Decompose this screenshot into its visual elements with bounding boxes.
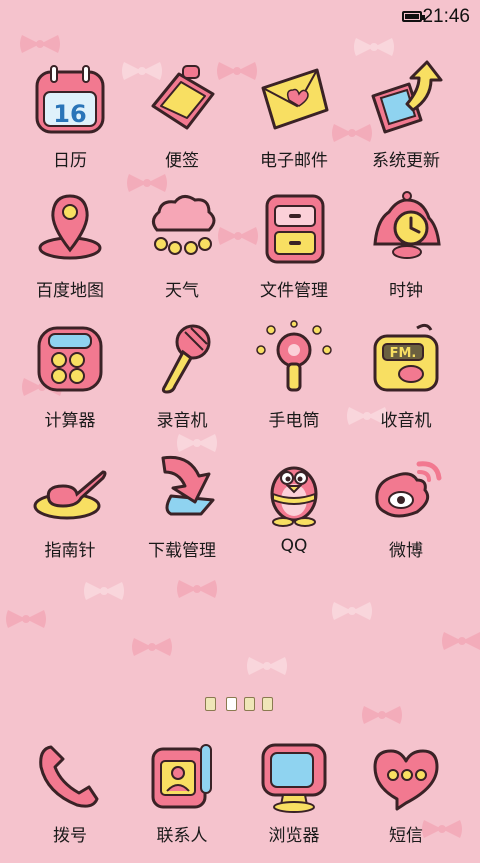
app-dialer[interactable]: 拨号 — [12, 737, 128, 863]
browser-monitor-icon — [261, 743, 327, 813]
app-label: 文件管理 — [260, 281, 328, 301]
app-label: 联系人 — [156, 826, 208, 846]
email-icon — [261, 68, 329, 130]
app-qq[interactable]: QQ — [236, 450, 352, 576]
app-label: 短信 — [389, 826, 423, 846]
status-bar: 21:46 — [0, 0, 480, 36]
app-notes[interactable]: 便签 — [124, 60, 240, 186]
app-label: QQ — [280, 536, 308, 556]
calendar-date: 16 — [53, 100, 86, 128]
app-label: 计算器 — [44, 411, 96, 431]
weibo-icon — [375, 461, 442, 518]
app-flashlight[interactable]: 手电筒 — [236, 320, 352, 446]
app-contacts[interactable]: 联系人 — [124, 737, 240, 863]
qq-penguin-icon — [270, 466, 318, 527]
app-weibo[interactable]: 微博 — [348, 450, 464, 576]
page-dot-1[interactable] — [205, 697, 216, 711]
app-weather[interactable]: 天气 — [124, 190, 240, 316]
page-dot-4[interactable] — [262, 697, 273, 711]
app-file-manager[interactable]: 文件管理 — [236, 190, 352, 316]
app-calculator[interactable]: 计算器 — [12, 320, 128, 446]
app-label: 拨号 — [53, 826, 87, 846]
calendar-icon: 16 — [35, 65, 105, 134]
app-label: 指南针 — [44, 541, 96, 561]
app-label: 百度地图 — [36, 281, 104, 301]
app-label: 微博 — [389, 541, 423, 561]
contacts-icon — [151, 744, 212, 809]
app-download-manager[interactable]: 下载管理 — [124, 450, 240, 576]
app-email[interactable]: 电子邮件 — [236, 60, 352, 186]
app-calendar[interactable]: 16 日历 — [12, 60, 128, 186]
app-label: 收音机 — [380, 411, 432, 431]
app-label: 下载管理 — [148, 541, 216, 561]
map-pin-icon — [38, 194, 102, 260]
page-indicator — [205, 697, 275, 713]
microphone-icon — [161, 324, 211, 394]
sms-heart-icon — [373, 749, 439, 811]
app-label: 浏览器 — [268, 826, 320, 846]
app-label: 录音机 — [156, 411, 208, 431]
app-browser[interactable]: 浏览器 — [236, 737, 352, 863]
page-dot-2[interactable] — [226, 697, 237, 711]
app-radio[interactable]: FM. 收音机 — [348, 320, 464, 446]
app-baidu-map[interactable]: 百度地图 — [12, 190, 128, 316]
app-messages[interactable]: 短信 — [348, 737, 464, 863]
compass-spoon-icon — [33, 470, 107, 520]
app-clock[interactable]: 时钟 — [348, 190, 464, 316]
app-label: 便签 — [165, 151, 199, 171]
app-system-update[interactable]: 系统更新 — [348, 60, 464, 186]
weather-cloud-icon — [152, 195, 216, 255]
download-arrow-icon — [161, 455, 215, 516]
app-label: 日历 — [53, 151, 87, 171]
app-label: 电子邮件 — [260, 151, 328, 171]
calculator-icon — [37, 326, 103, 392]
battery-icon — [402, 11, 425, 22]
page-dot-3[interactable] — [244, 697, 255, 711]
notepad-icon — [151, 65, 215, 130]
dock: 拨号 联系人 浏览器 短信 — [0, 737, 480, 853]
flashlight-bulb-icon — [256, 320, 332, 392]
app-label: 手电筒 — [268, 411, 320, 431]
file-cabinet-icon — [265, 194, 325, 264]
app-compass[interactable]: 指南针 — [12, 450, 128, 576]
phone-handset-icon — [39, 745, 99, 808]
app-label: 时钟 — [389, 281, 423, 301]
radio-icon: FM. — [373, 323, 439, 392]
app-label: 天气 — [165, 281, 199, 301]
system-update-icon — [371, 60, 443, 134]
status-time: 21:46 — [422, 6, 470, 27]
app-label: 系统更新 — [372, 151, 440, 171]
radio-label: FM. — [390, 346, 417, 361]
alarm-clock-icon — [373, 191, 441, 259]
app-recorder[interactable]: 录音机 — [124, 320, 240, 446]
